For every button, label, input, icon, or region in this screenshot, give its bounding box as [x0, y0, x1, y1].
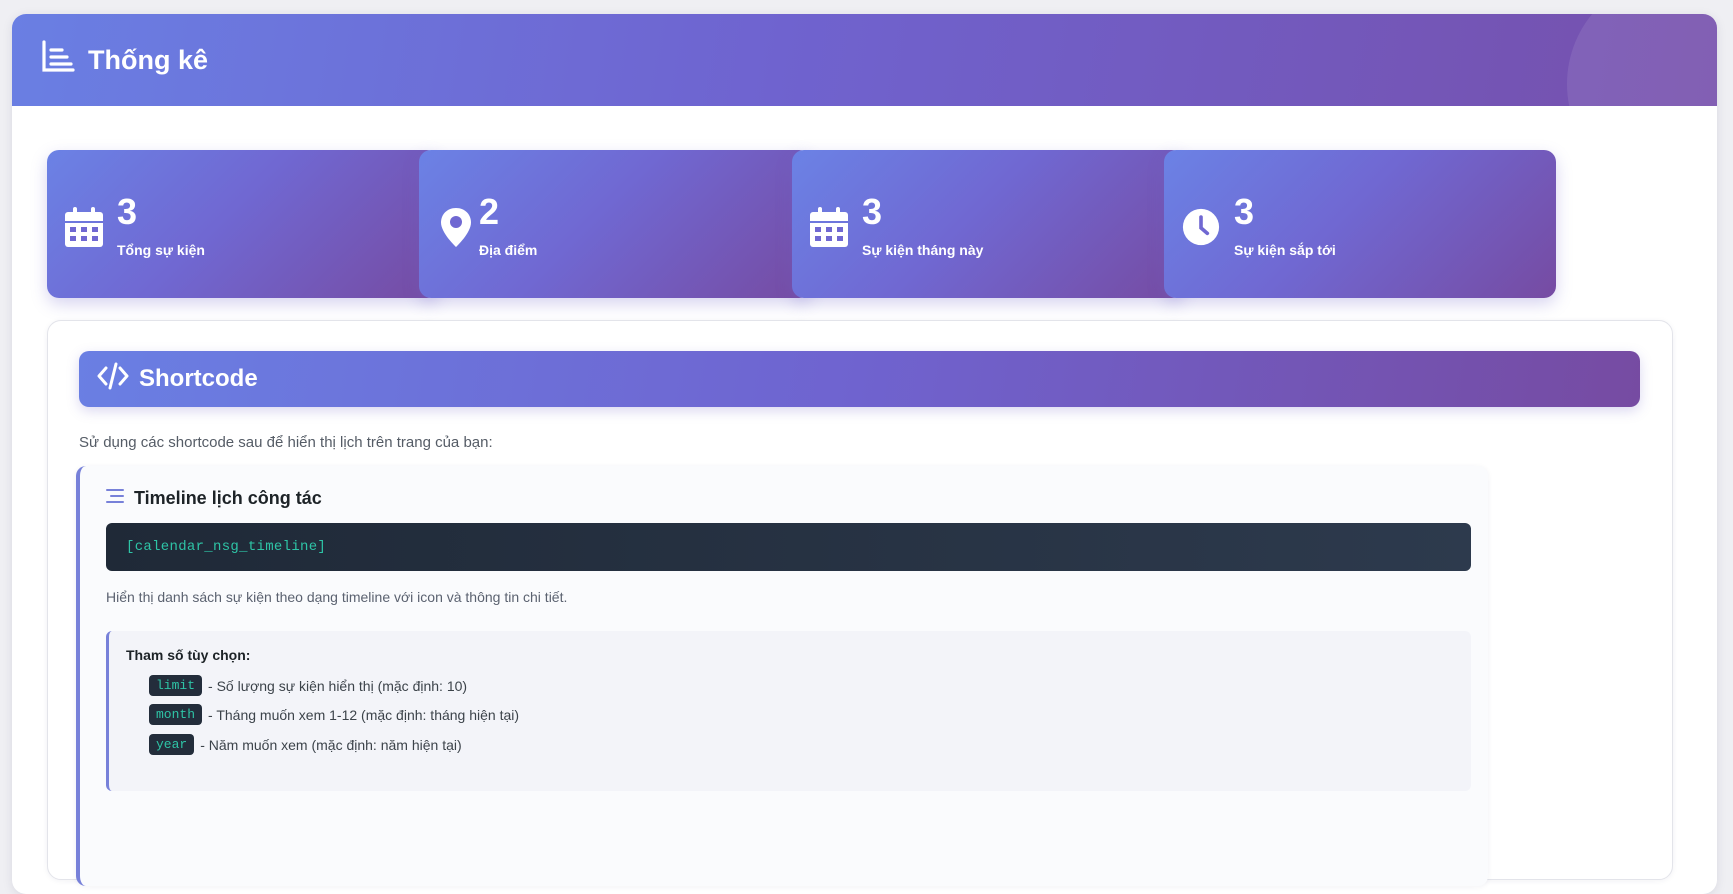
stat-label: Địa điểm [479, 242, 538, 258]
shortcode-section-header: Shortcode [79, 351, 1640, 407]
param-name: month [149, 704, 203, 725]
list-icon [106, 488, 124, 509]
stat-label: Tổng sự kiện [117, 242, 205, 258]
stat-label: Sự kiện tháng này [862, 242, 984, 258]
stats-row: 3 Tổng sự kiện 2 Địa điểm 3 Sự kiện thán… [47, 150, 1672, 298]
param-description: - Số lượng sự kiện hiển thị (mặc định: 1… [208, 677, 468, 694]
shortcode-block-title-text: Timeline lịch công tác [134, 488, 322, 508]
shortcode-params-box: Tham số tùy chọn: limit - Số lượng sự ki… [106, 631, 1471, 791]
header-decoration [1567, 14, 1717, 106]
shortcode-section: Shortcode Sử dụng các shortcode sau để h… [47, 320, 1673, 886]
shortcode-intro-text: Sử dụng các shortcode sau để hiển thị lị… [79, 434, 493, 451]
param-name: year [149, 734, 195, 755]
stat-card-upcoming-events: 3 Sự kiện sắp tới [1164, 150, 1556, 298]
shortcode-block-timeline: Timeline lịch công tác [calendar_nsg_tim… [76, 466, 1488, 886]
stat-label: Sự kiện sắp tới [1234, 242, 1336, 258]
stat-card-total-events: 3 Tổng sự kiện [47, 150, 439, 298]
stat-value: 2 [479, 191, 500, 232]
stat-value: 3 [862, 191, 883, 232]
chart-icon [40, 39, 76, 82]
stat-value: 3 [1234, 191, 1255, 232]
stat-card-locations: 2 Địa điểm [419, 150, 811, 298]
stat-value: 3 [117, 191, 138, 232]
map-pin-icon [437, 206, 475, 248]
param-item-year: year - Năm muốn xem (mặc định: năm hiện … [149, 734, 462, 755]
calendar-icon [810, 206, 848, 248]
code-icon [97, 362, 129, 397]
clock-icon [1182, 206, 1220, 248]
shortcode-section-title: Shortcode [139, 365, 258, 392]
calendar-icon [65, 206, 103, 248]
page-title-text: Thống kê [88, 44, 208, 75]
param-name: limit [149, 675, 203, 696]
shortcode-code-text[interactable]: [calendar_nsg_timeline] [126, 539, 326, 555]
param-description: - Tháng muốn xem 1-12 (mặc định: tháng h… [208, 706, 520, 723]
shortcode-block-title: Timeline lịch công tác [106, 488, 322, 509]
params-title: Tham số tùy chọn: [126, 647, 251, 663]
page-title: Thống kê [40, 39, 208, 78]
param-item-limit: limit - Số lượng sự kiện hiển thị (mặc đ… [149, 675, 467, 696]
shortcode-description: Hiển thị danh sách sự kiện theo dạng tim… [106, 589, 568, 605]
shortcode-code-box[interactable]: [calendar_nsg_timeline] [106, 523, 1471, 571]
param-description: - Năm muốn xem (mặc định: năm hiện tại) [200, 736, 462, 753]
page-header: Thống kê [12, 14, 1717, 106]
stat-card-events-this-month: 3 Sự kiện tháng này [792, 150, 1184, 298]
param-item-month: month - Tháng muốn xem 1-12 (mặc định: t… [149, 704, 519, 725]
